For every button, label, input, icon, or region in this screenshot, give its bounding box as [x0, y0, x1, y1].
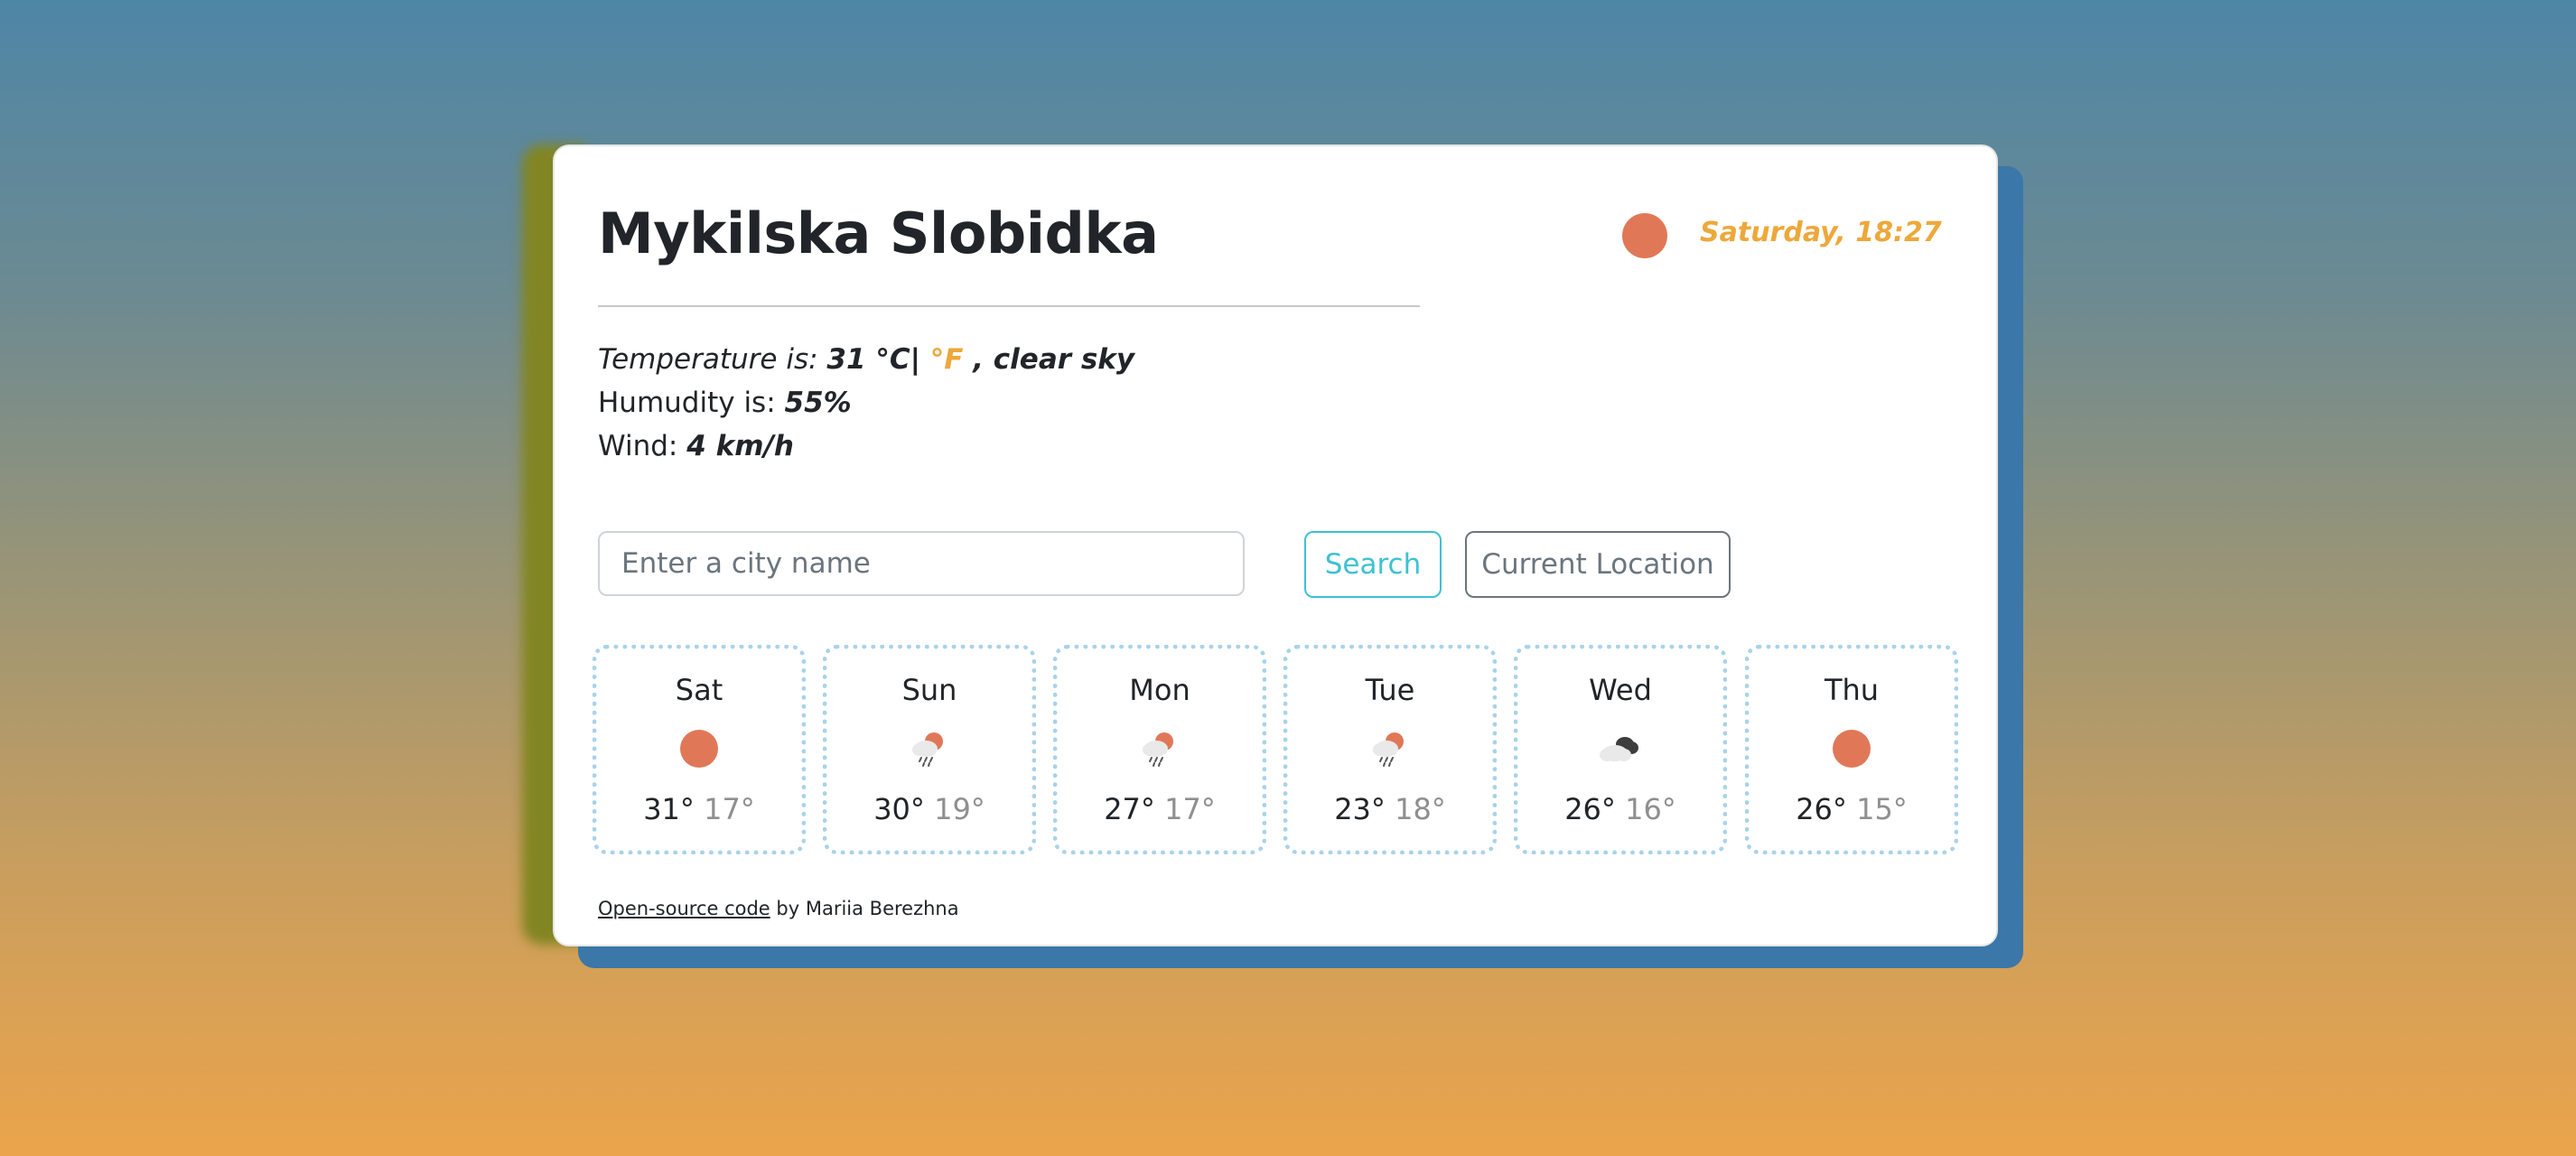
celsius-link[interactable]: °C|: [875, 343, 920, 376]
broken-clouds-icon: [1600, 737, 1638, 761]
forecast-temps: 23° 18°: [1288, 792, 1492, 826]
forecast-max: 27°: [1104, 792, 1155, 826]
forecast-max: 30°: [873, 792, 925, 826]
forecast-day: Mon 27° 17°: [1053, 645, 1266, 854]
humidity-label: Humudity is:: [598, 387, 776, 419]
humidity-line: Humudity is: 55%: [598, 381, 1134, 424]
forecast-day: Thu 26° 15°: [1745, 645, 1958, 854]
forecast-temps: 27° 17°: [1058, 792, 1262, 826]
forecast-row: Sat 31° 17° Sun 30° 19° Mon 27° 17° Tue …: [593, 645, 1958, 854]
forecast-min: 17°: [1164, 792, 1216, 826]
forecast-min: 15°: [1856, 792, 1908, 826]
temperature-label: Temperature is:: [598, 343, 818, 376]
temperature-value: 31: [826, 343, 866, 376]
forecast-day: Wed 26° 16°: [1514, 645, 1727, 854]
forecast-temps: 26° 16°: [1518, 792, 1722, 826]
forecast-max: 26°: [1796, 792, 1847, 826]
forecast-day: Sat 31° 17°: [593, 645, 806, 854]
forecast-min: 18°: [1395, 792, 1446, 826]
current-conditions: Temperature is: 31 °C| °F , clear sky Hu…: [598, 338, 1134, 468]
fahrenheit-link[interactable]: °F: [930, 343, 964, 376]
current-datetime: Saturday, 18:27: [1700, 217, 1942, 248]
temperature-line: Temperature is: 31 °C| °F , clear sky: [598, 338, 1134, 381]
forecast-day-name: Sun: [901, 673, 957, 707]
forecast-min: 16°: [1625, 792, 1676, 826]
forecast-max: 26°: [1564, 792, 1616, 826]
forecast-temps: 31° 17°: [597, 792, 801, 826]
sun-rain-cloud-icon: [912, 732, 943, 767]
forecast-day-name: Mon: [1129, 673, 1190, 707]
humidity-value: 55%: [784, 387, 852, 419]
sun-icon: [680, 730, 718, 768]
forecast-day: Sun 30° 19°: [823, 645, 1036, 854]
sun-rain-cloud-icon: [1143, 732, 1173, 767]
forecast-temps: 30° 19°: [827, 792, 1031, 826]
forecast-day-name: Thu: [1824, 673, 1880, 707]
current-location-button[interactable]: Current Location: [1465, 531, 1731, 598]
search-button[interactable]: Search: [1304, 531, 1442, 598]
sun-icon: [1833, 730, 1871, 768]
weather-description: , clear sky: [973, 343, 1135, 376]
forecast-min: 17°: [704, 792, 755, 826]
footer: Open-source code by Mariia Berezhna: [598, 898, 959, 919]
forecast-day-name: Tue: [1365, 673, 1415, 707]
wind-value: 4 km/h: [686, 430, 794, 462]
wind-label: Wind:: [598, 430, 678, 462]
author-credit: by Mariia Berezhna: [770, 898, 959, 919]
forecast-day-name: Sat: [675, 673, 723, 707]
forecast-max: 23°: [1334, 792, 1386, 826]
open-source-link[interactable]: Open-source code: [598, 898, 770, 919]
city-name: Mykilska Slobidka: [598, 200, 1159, 266]
forecast-day: Tue 23° 18°: [1283, 645, 1497, 854]
sun-icon: [1622, 213, 1667, 258]
forecast-temps: 26° 15°: [1750, 792, 1954, 826]
forecast-min: 19°: [934, 792, 985, 826]
weather-card: Mykilska Slobidka Saturday, 18:27 Temper…: [553, 144, 1998, 946]
divider: [598, 305, 1420, 307]
forecast-day-name: Wed: [1589, 673, 1652, 707]
sun-rain-cloud-icon: [1373, 732, 1404, 767]
city-search-input[interactable]: [598, 531, 1245, 596]
wind-line: Wind: 4 km/h: [598, 424, 1134, 468]
forecast-max: 31°: [643, 792, 695, 826]
